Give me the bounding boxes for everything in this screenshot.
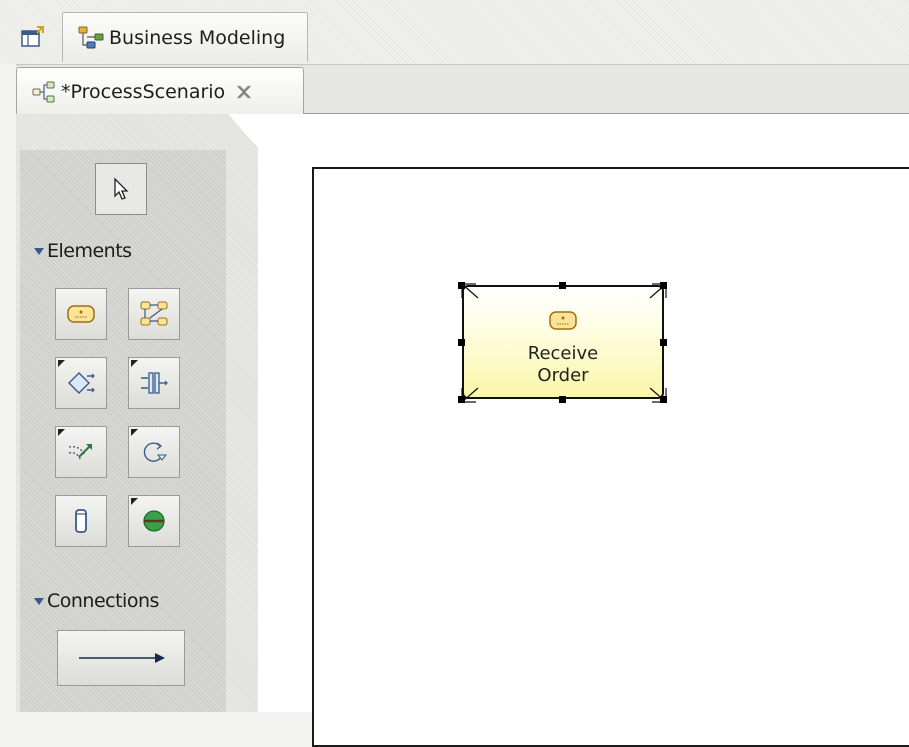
process-scenario-label: *ProcessScenario bbox=[61, 80, 226, 103]
process-scenario-tab[interactable]: *ProcessScenario bbox=[16, 67, 304, 115]
resize-handle-nw[interactable] bbox=[458, 282, 465, 289]
resize-handle-s[interactable] bbox=[559, 396, 566, 403]
resize-handle-se[interactable] bbox=[660, 396, 667, 403]
resize-handle-sw[interactable] bbox=[458, 396, 465, 403]
loop-tool[interactable] bbox=[128, 426, 180, 478]
subprocess-icon bbox=[140, 301, 168, 326]
fork-icon bbox=[141, 372, 168, 394]
fork-tool[interactable] bbox=[128, 357, 180, 409]
subprocess-tool[interactable] bbox=[128, 288, 180, 340]
start-end-tool[interactable] bbox=[128, 495, 180, 547]
datastore-tool[interactable] bbox=[55, 495, 107, 547]
start-end-icon bbox=[143, 510, 165, 532]
process-scenario-icon bbox=[32, 81, 55, 102]
dropdown-marker bbox=[131, 498, 138, 505]
editor-tab-bar: *ProcessScenario bbox=[16, 64, 909, 115]
datastore-icon bbox=[75, 509, 87, 533]
business-modeling-tab[interactable]: Business Modeling bbox=[62, 12, 308, 62]
elements-drawer-header[interactable]: Elements bbox=[33, 240, 132, 262]
palette-tools-panel bbox=[20, 150, 226, 712]
connections-drawer-header[interactable]: Connections bbox=[33, 590, 159, 612]
dropdown-marker bbox=[131, 360, 138, 367]
event-icon bbox=[68, 444, 92, 462]
open-perspective-icon[interactable] bbox=[21, 26, 45, 50]
task-label: Receive Order bbox=[464, 343, 662, 387]
resize-handle-n[interactable] bbox=[559, 282, 566, 289]
connections-drawer-label: Connections bbox=[47, 590, 159, 612]
event-tool[interactable] bbox=[55, 426, 107, 478]
connection-tool[interactable] bbox=[57, 630, 185, 686]
select-tool-button[interactable] bbox=[95, 163, 147, 215]
resize-handle-w[interactable] bbox=[458, 339, 465, 346]
resize-handle-e[interactable] bbox=[660, 339, 667, 346]
dropdown-marker bbox=[58, 360, 65, 367]
resize-handle-ne[interactable] bbox=[660, 282, 667, 289]
task-icon bbox=[67, 305, 95, 323]
receive-order-task[interactable]: Receive Order bbox=[462, 285, 664, 399]
loop-icon bbox=[143, 442, 168, 462]
decision-icon bbox=[68, 372, 95, 394]
close-icon[interactable] bbox=[235, 83, 253, 101]
business-modeling-label: Business Modeling bbox=[109, 26, 286, 49]
process-diagram-frame[interactable] bbox=[312, 167, 909, 747]
elements-drawer-label: Elements bbox=[47, 240, 132, 262]
task-icon bbox=[549, 311, 577, 330]
task-label-line2: Order bbox=[537, 365, 589, 386]
business-modeling-icon bbox=[78, 26, 104, 48]
dropdown-marker bbox=[131, 429, 138, 436]
task-tool[interactable] bbox=[55, 288, 107, 340]
connection-arrow-icon bbox=[79, 653, 165, 663]
dropdown-marker bbox=[58, 429, 65, 436]
task-label-line1: Receive bbox=[527, 343, 599, 364]
decision-tool[interactable] bbox=[55, 357, 107, 409]
arrow-pointer-icon bbox=[114, 177, 129, 200]
expand-triangle-icon bbox=[34, 248, 44, 255]
expand-triangle-icon bbox=[34, 598, 44, 605]
